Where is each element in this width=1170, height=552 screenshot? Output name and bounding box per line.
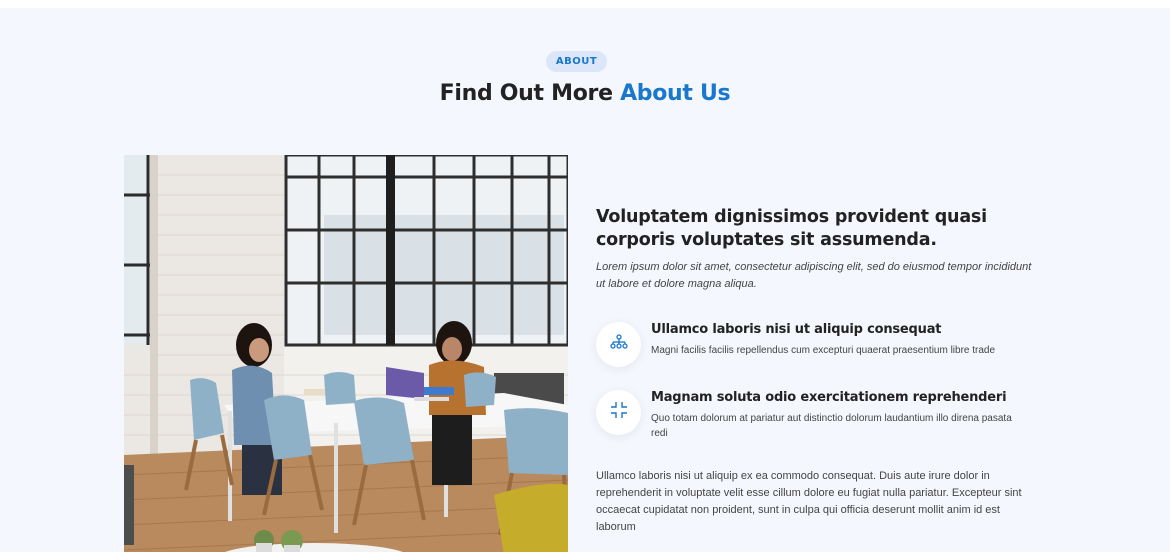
about-content: Voluptatem dignissimos provident quasi c…: [596, 206, 1036, 533]
about-section: ABOUT Find Out More About Us Voluptatem …: [0, 8, 1170, 552]
feature-item: Ullamco laboris nisi ut aliquip consequa…: [596, 322, 1036, 382]
fullscreen-exit-icon: [610, 401, 628, 424]
feature-icon-circle: [596, 322, 641, 367]
feature-title: Magnam soluta odio exercitationem repreh…: [651, 390, 1007, 405]
feature-text: Quo totam dolorum at pariatur aut distin…: [651, 413, 1012, 439]
feature-title: Ullamco laboris nisi ut aliquip consequa…: [651, 322, 942, 337]
about-heading: Voluptatem dignissimos provident quasi c…: [596, 207, 987, 250]
diagram-icon: [609, 334, 628, 355]
section-badge: ABOUT: [546, 51, 607, 72]
section-title: Find Out More About Us: [0, 81, 1170, 106]
feature-text: Magni facilis facilis repellendus cum ex…: [651, 345, 996, 356]
section-title-prefix: Find Out More: [439, 81, 621, 106]
section-title-accent: About Us: [620, 81, 731, 106]
top-bar: [0, 0, 1170, 8]
feature-item: Magnam soluta odio exercitationem repreh…: [596, 390, 1036, 450]
about-intro: Lorem ipsum dolor sit amet, consectetur …: [596, 261, 1032, 290]
about-photo: [124, 155, 568, 552]
about-outro: Ullamco laboris nisi ut aliquip ex ea co…: [596, 470, 1022, 533]
feature-icon-circle: [596, 390, 641, 435]
